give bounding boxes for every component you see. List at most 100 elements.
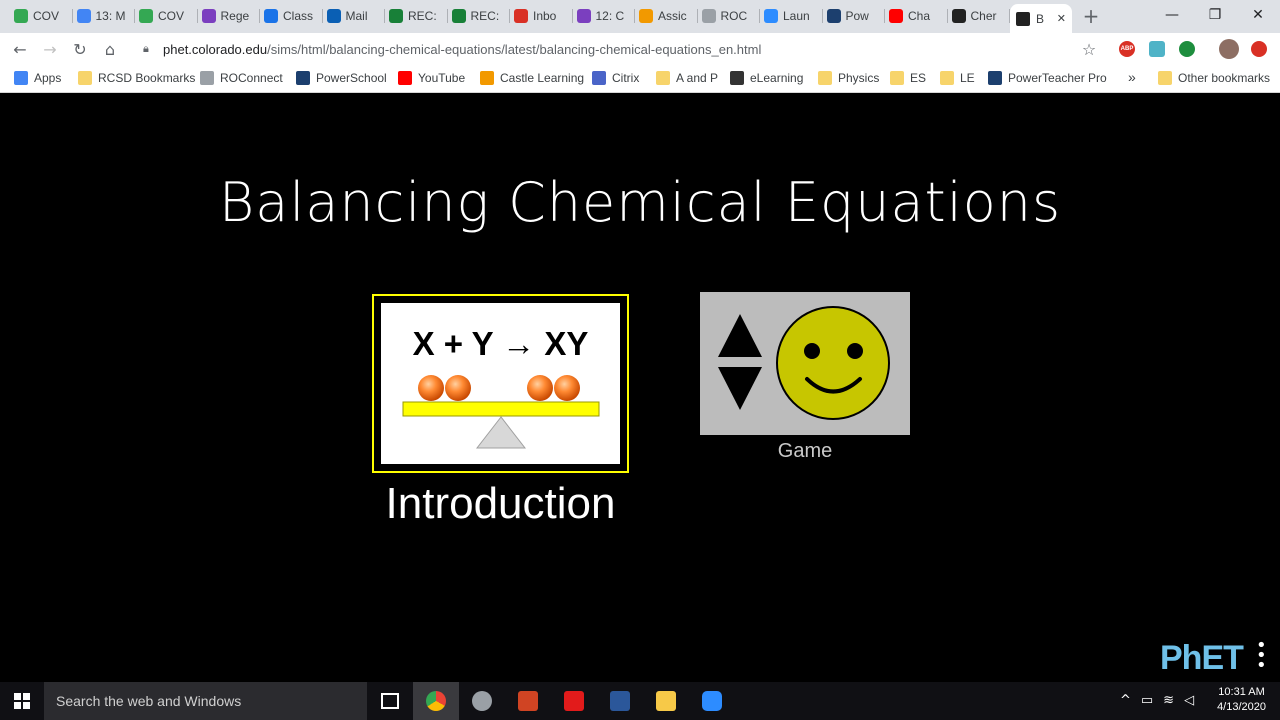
bookmark-item[interactable]: Castle Learning — [480, 71, 584, 85]
bookmark-item[interactable]: eLearning — [730, 71, 803, 85]
tab[interactable]: COV — [139, 5, 198, 27]
folder-icon — [656, 691, 676, 711]
tab-label: 13: M — [95, 9, 126, 23]
tab[interactable]: Laun — [764, 5, 823, 27]
tab[interactable]: Class — [264, 5, 323, 27]
tab[interactable]: Mail — [326, 5, 385, 27]
tab-separator — [884, 9, 885, 23]
acrobat-taskbar-button[interactable] — [551, 682, 597, 720]
tab[interactable]: REC: — [451, 5, 510, 27]
app-taskbar-button[interactable] — [459, 682, 505, 720]
url-text: phet.colorado.edu/sims/html/balancing-ch… — [163, 42, 762, 57]
bookmarks-overflow-button[interactable]: » — [1128, 69, 1136, 85]
tab[interactable]: Assic — [639, 5, 698, 27]
bookmark-icon — [200, 71, 214, 85]
tab[interactable]: REC: — [389, 5, 448, 27]
bookmark-item[interactable]: PowerSchool — [296, 71, 387, 85]
profile-avatar[interactable] — [1219, 39, 1239, 59]
tab-separator — [821, 9, 823, 23]
tab[interactable]: Cha — [889, 5, 948, 27]
powerpoint-taskbar-button[interactable] — [505, 682, 551, 720]
sim-title: Balancing Chemical Equations — [218, 171, 1062, 234]
app-icon — [472, 691, 492, 711]
bookmark-item[interactable]: Physics — [818, 71, 879, 85]
balance-scale-icon — [402, 375, 600, 449]
tab-favicon-icon — [389, 9, 403, 23]
back-button[interactable]: ← — [9, 38, 31, 60]
red-extension-icon[interactable] — [1251, 41, 1267, 57]
clock-time: 10:31 AM — [1218, 686, 1265, 698]
bookmark-icon — [592, 71, 606, 85]
tab-separator — [509, 9, 510, 23]
bookmark-label: PowerSchool — [316, 71, 387, 85]
system-tray[interactable]: ^▭≋◁ — [1120, 693, 1204, 708]
tab-label: Class — [283, 9, 314, 23]
tab-separator — [759, 9, 760, 23]
bookmark-icon — [480, 71, 494, 85]
task-view-button[interactable] — [367, 682, 413, 720]
tab-separator — [259, 9, 260, 23]
bookmark-label: Physics — [838, 71, 880, 85]
reload-button[interactable]: ↻ — [69, 38, 91, 60]
cloud-extension-icon[interactable] — [1149, 41, 1165, 57]
tab[interactable]: ROC — [701, 5, 760, 27]
close-tab-icon[interactable]: ✕ — [1057, 12, 1066, 25]
tab-separator — [946, 9, 948, 23]
bookmark-label: PowerTeacher Pro — [1008, 71, 1107, 85]
minimize-button[interactable]: — — [1150, 0, 1194, 30]
forward-button[interactable]: → — [39, 38, 61, 60]
home-button[interactable]: ⌂ — [99, 38, 121, 60]
tab-separator — [196, 9, 198, 23]
tab[interactable]: COV — [14, 5, 73, 27]
new-tab-button[interactable]: + — [1080, 4, 1102, 28]
active-tab-label: B — [1036, 11, 1045, 26]
bookmark-label: Castle Learning — [500, 71, 585, 85]
bookmark-star-icon[interactable]: ☆ — [1078, 38, 1100, 60]
bookmark-item[interactable]: RCSD Bookmarks — [78, 71, 195, 85]
address-bar[interactable]: 🔒︎ phet.colorado.edu/sims/html/balancing… — [135, 36, 1105, 62]
tab-favicon-icon — [701, 9, 716, 23]
zoom-taskbar-button[interactable] — [689, 682, 735, 720]
word-taskbar-button[interactable] — [597, 682, 643, 720]
tab[interactable]: 13: M — [76, 5, 135, 27]
bookmark-item[interactable]: PowerTeacher Pro — [988, 71, 1107, 85]
intro-equation: X + Y → XY — [412, 325, 589, 362]
bookmark-item[interactable]: Citrix — [592, 71, 639, 85]
game-screen-button[interactable] — [700, 292, 910, 435]
tab[interactable]: Rege — [201, 5, 260, 27]
tab[interactable]: Pow — [826, 5, 885, 27]
tab-active[interactable]: B ✕ — [1010, 4, 1072, 33]
up-down-arrows-icon — [718, 314, 762, 410]
menu-dots-icon[interactable]: • • • — [1256, 637, 1267, 675]
bookmark-item[interactable]: Apps — [14, 71, 61, 85]
tab-label: Inbo — [533, 9, 557, 23]
tab-label: Rege — [220, 9, 250, 23]
phet-logo[interactable]: PhET • • • — [1160, 637, 1270, 678]
tab[interactable]: Inbo — [514, 5, 573, 27]
bookmark-item[interactable]: YouTube — [398, 71, 465, 85]
start-button[interactable] — [0, 682, 44, 720]
restore-button[interactable]: ❐ — [1193, 0, 1237, 30]
bookmark-item[interactable]: LE — [940, 71, 975, 85]
tab[interactable]: 12: C — [576, 5, 635, 27]
introduction-screen-button[interactable]: X + Y → XY — [372, 294, 629, 473]
bookmark-item[interactable]: ES — [890, 71, 926, 85]
other-bookmarks-folder[interactable]: Other bookmarks — [1158, 71, 1270, 85]
phet-sim-area: Balancing Chemical Equations X + Y → XY — [0, 93, 1280, 682]
game-label: Game — [777, 440, 833, 462]
bookmark-item[interactable]: ROConnect — [200, 71, 283, 85]
close-window-button[interactable]: ✕ — [1236, 0, 1280, 30]
tab[interactable]: Cher — [951, 5, 1010, 27]
phet-favicon-icon — [1016, 11, 1030, 26]
green-extension-icon[interactable] — [1179, 41, 1195, 57]
chrome-taskbar-button[interactable] — [413, 682, 459, 720]
taskbar-search-box[interactable]: Search the web and Windows — [44, 682, 367, 720]
adblock-extension-icon[interactable]: ABP — [1119, 41, 1135, 57]
tab-favicon-icon — [264, 9, 278, 23]
file-explorer-taskbar-button[interactable] — [643, 682, 689, 720]
powerpoint-icon — [518, 691, 538, 711]
tab-favicon-icon — [764, 9, 778, 23]
taskbar-clock[interactable]: 10:31 AM 4/13/2020 — [1217, 685, 1266, 715]
bookmark-icon — [890, 71, 904, 85]
bookmark-item[interactable]: A and P — [656, 71, 718, 85]
